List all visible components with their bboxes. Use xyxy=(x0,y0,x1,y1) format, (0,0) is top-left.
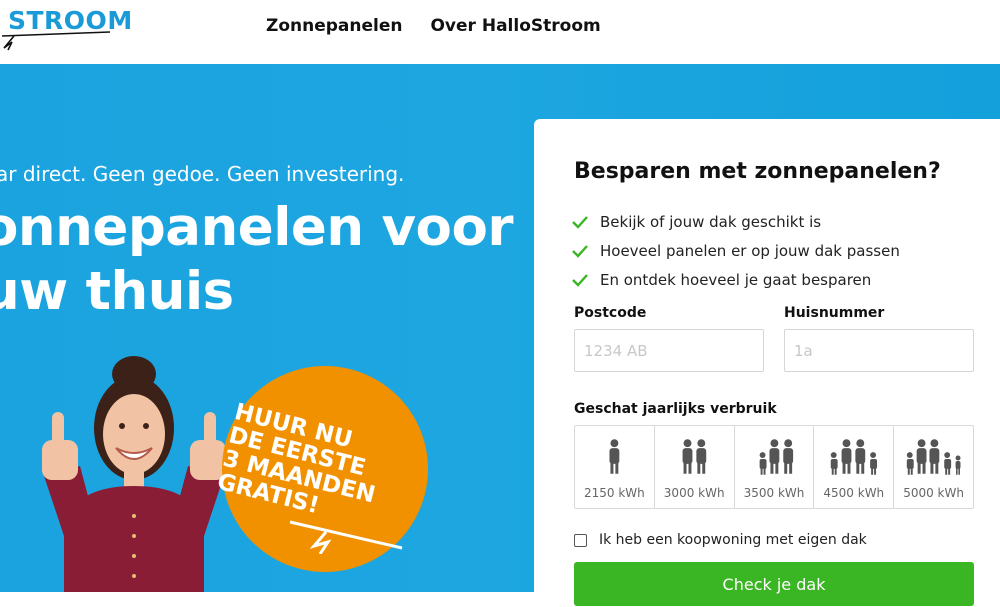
check-icon xyxy=(572,215,588,229)
check-icon xyxy=(572,244,588,258)
hero-title-line1: onnepanelen voor xyxy=(0,197,514,258)
huisnummer-input[interactable] xyxy=(784,329,974,372)
site-header: STROOM Zonnepanelen Over HalloStroom xyxy=(0,0,1000,64)
signup-form-card: Besparen met zonnepanelen? Bekijk of jou… xyxy=(534,119,1000,607)
usage-kwh: 5000 kWh xyxy=(903,486,964,500)
person-2-icon xyxy=(682,439,707,474)
usage-label: Geschat jaarlijks verbruik xyxy=(574,401,777,417)
hero-tagline: ar direct. Geen gedoe. Geen investering. xyxy=(0,162,405,186)
benefit-text: En ontdek hoeveel je gaat besparen xyxy=(600,270,872,289)
benefit-text: Bekijk of jouw dak geschikt is xyxy=(600,212,822,231)
benefit-list: Bekijk of jouw dak geschikt is Hoeveel p… xyxy=(572,207,900,294)
woman-thumbs-up-image xyxy=(42,356,226,592)
main-nav: Zonnepanelen Over HalloStroom xyxy=(266,16,601,36)
usage-option-4500[interactable]: 4500 kWh xyxy=(814,426,895,508)
logo[interactable]: STROOM xyxy=(0,2,132,52)
koopwoning-label: Ik heb een koopwoning met eigen dak xyxy=(599,532,867,548)
list-item: Hoeveel panelen er op jouw dak passen xyxy=(572,236,900,265)
nav-zonnepanelen[interactable]: Zonnepanelen xyxy=(266,16,402,36)
logo-text: STROOM xyxy=(8,6,133,35)
person-3-icon xyxy=(759,439,793,475)
usage-kwh: 3500 kWh xyxy=(743,486,805,500)
hero-title: onnepanelen voor uw thuis xyxy=(0,196,514,324)
koopwoning-checkbox[interactable] xyxy=(574,533,587,547)
list-item: Bekijk of jouw dak geschikt is xyxy=(572,207,900,236)
form-title: Besparen met zonnepanelen? xyxy=(574,159,941,184)
person-1-icon xyxy=(609,439,620,474)
benefit-text: Hoeveel panelen er op jouw dak passen xyxy=(600,241,900,260)
koopwoning-option[interactable]: Ik heb een koopwoning met eigen dak xyxy=(574,532,867,548)
nav-over-hallostroom[interactable]: Over HalloStroom xyxy=(430,16,600,36)
postcode-input[interactable] xyxy=(574,329,764,372)
usage-kwh: 2150 kWh xyxy=(584,486,645,500)
usage-kwh: 4500 kWh xyxy=(823,486,885,500)
postcode-label: Postcode xyxy=(574,305,647,321)
check-dak-button[interactable]: Check je dak xyxy=(574,562,974,606)
hero-title-line2: uw thuis xyxy=(0,261,234,322)
badge-bolt-icon xyxy=(289,520,403,554)
huisnummer-label: Huisnummer xyxy=(784,305,885,321)
check-icon xyxy=(572,273,588,287)
usage-kwh: 3000 kWh xyxy=(663,486,725,500)
usage-option-3000[interactable]: 3000 kWh xyxy=(655,426,735,508)
usage-option-5000[interactable]: 5000 kWh xyxy=(894,426,973,508)
usage-option-3500[interactable]: 3500 kWh xyxy=(735,426,815,508)
usage-option-2150[interactable]: 2150 kWh xyxy=(575,426,655,508)
list-item: En ontdek hoeveel je gaat besparen xyxy=(572,265,900,294)
usage-selector: 2150 kWh 3000 kWh 3500 kWh 4500 kWh 5000… xyxy=(574,425,974,509)
person-4-icon xyxy=(831,439,878,475)
person-5-icon xyxy=(906,439,961,475)
